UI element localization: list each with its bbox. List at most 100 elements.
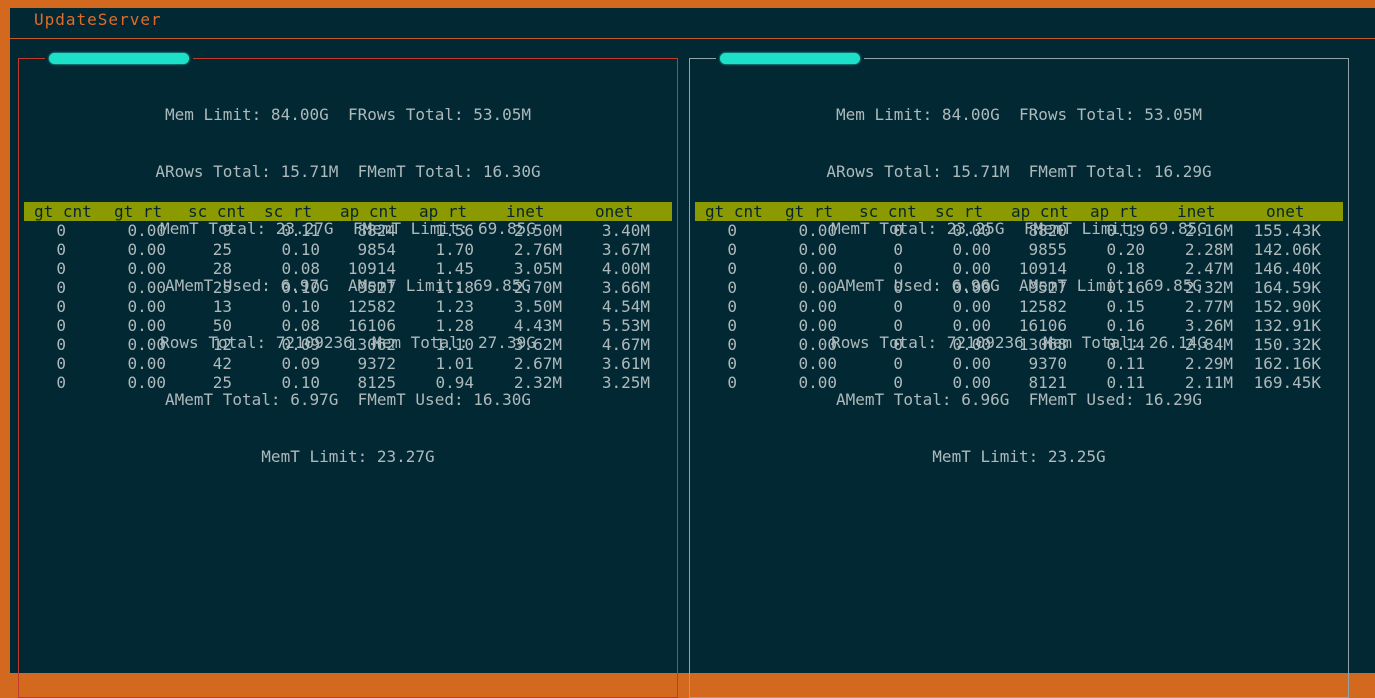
stat-line: AMemT Total: 6.96G FMemT Used: 16.29G	[835, 390, 1203, 409]
table-cell: 0	[56, 259, 66, 278]
column-header: onet	[595, 202, 634, 221]
table-cell: 9527	[1028, 278, 1067, 297]
column-header: ap rt	[1090, 202, 1139, 221]
table-cell: 0	[727, 278, 737, 297]
table-cell: 1.70	[435, 240, 474, 259]
table-cell: 0.00	[798, 335, 837, 354]
table-cell: 10914	[347, 259, 396, 278]
table-cell: 0.00	[952, 240, 991, 259]
table-cell: 0	[893, 316, 903, 335]
table-cell: 0.00	[952, 373, 991, 392]
table-cell: 0.00	[798, 354, 837, 373]
table-cell: 0	[56, 240, 66, 259]
table-cell: 3.25M	[601, 373, 650, 392]
table-cell: 0	[56, 221, 66, 240]
table-row: 0 0.00 0 0.00 9855 0.20 2.28M 142.06K	[695, 240, 1343, 259]
table-cell: 0.00	[952, 259, 991, 278]
table-cell: 3.62M	[513, 335, 562, 354]
table-cell: 132.91K	[1253, 316, 1321, 335]
table-cell: 0	[893, 278, 903, 297]
table-cell: 2.76M	[513, 240, 562, 259]
table-cell: 3.26M	[1184, 316, 1233, 335]
table-cell: 16106	[347, 316, 396, 335]
table-cell: 0.09	[281, 354, 320, 373]
table-row: 0 0.00 13 0.10 12582 1.23 3.50M 4.54M	[24, 297, 672, 316]
table-cell: 2.50M	[513, 221, 562, 240]
table-row: 0 0.00 0 0.00 10914 0.18 2.47M 146.40K	[695, 259, 1343, 278]
column-header: sc rt	[264, 202, 313, 221]
table-cell: 0	[727, 259, 737, 278]
table-cell: 0	[727, 316, 737, 335]
table-cell: 0.00	[127, 240, 166, 259]
title-divider	[10, 38, 1375, 39]
table-cell: 1.23	[435, 297, 474, 316]
server-panel-right: Mem Limit: 84.00G FRows Total: 53.05M AR…	[689, 51, 1349, 698]
table-cell: 0.16	[1106, 278, 1145, 297]
table-cell: 146.40K	[1253, 259, 1321, 278]
table-cell: 2.47M	[1184, 259, 1233, 278]
table-cell: 1.56	[435, 221, 474, 240]
table-row: 0 0.00 25 0.10 8125 0.94 2.32M 3.25M	[24, 373, 672, 392]
table-row: 0 0.00 12 0.09 13062 1.10 3.62M 4.67M	[24, 335, 672, 354]
terminal-screen: UpdateServer Mem Limit: 84.00G FRows Tot…	[10, 8, 1375, 698]
column-header: inet	[1177, 202, 1216, 221]
table-cell: 8824	[357, 221, 396, 240]
table-cell: 9527	[357, 278, 396, 297]
table-cell: 0.11	[1106, 373, 1145, 392]
table-cell: 0	[893, 373, 903, 392]
redaction-mark	[49, 53, 189, 64]
table-cell: 0.09	[281, 335, 320, 354]
table-cell: 0.00	[127, 316, 166, 335]
table-row: 0 0.00 50 0.08 16106 1.28 4.43M 5.53M	[24, 316, 672, 335]
table-header: gt cnt gt rt sc cnt sc rt ap cnt ap rt inet one…	[695, 202, 1343, 221]
table-row: 0 0.00 0 0.00 9527 0.16 2.32M 164.59K	[695, 278, 1343, 297]
table-cell: 0.18	[1106, 259, 1145, 278]
table-cell: 0.00	[952, 354, 991, 373]
table-cell: 2.32M	[513, 373, 562, 392]
column-header: ap rt	[419, 202, 468, 221]
column-header: sc cnt	[188, 202, 246, 221]
table-cell: 0.00	[952, 221, 991, 240]
table-cell: 16106	[1018, 316, 1067, 335]
table-cell: 0.00	[798, 259, 837, 278]
stat-line: Mem Limit: 84.00G FRows Total: 53.05M	[835, 105, 1203, 124]
table-cell: 25	[212, 373, 232, 392]
table-cell: 8125	[357, 373, 396, 392]
table-row: 0 0.00 0 0.00 9370 0.11 2.29M 162.16K	[695, 354, 1343, 373]
table-cell: 0	[893, 297, 903, 316]
table-cell: 9370	[1028, 354, 1067, 373]
table-cell: 0	[56, 354, 66, 373]
table-row: 0 0.00 0 0.00 8820 0.19 2.16M 155.43K	[695, 221, 1343, 240]
table-cell: 0	[56, 316, 66, 335]
table-cell: 142.06K	[1253, 240, 1321, 259]
table-row: 0 0.00 0 0.00 16106 0.16 3.26M 132.91K	[695, 316, 1343, 335]
column-header: gt rt	[785, 202, 834, 221]
table-cell: 13	[212, 297, 232, 316]
table-cell: 0.00	[127, 335, 166, 354]
table-cell: 50	[212, 316, 232, 335]
table-cell: 0.00	[798, 240, 837, 259]
table-cell: 1.45	[435, 259, 474, 278]
table-cell: 3.50M	[513, 297, 562, 316]
table-cell: 0	[56, 373, 66, 392]
table-cell: 28	[212, 259, 232, 278]
stats-table: gt cnt gt rt sc cnt sc rt ap cnt ap rt inet one…	[695, 202, 1343, 392]
column-header: gt cnt	[34, 202, 92, 221]
table-cell: 13062	[347, 335, 396, 354]
table-cell: 9855	[1028, 240, 1067, 259]
table-cell: 0.00	[127, 373, 166, 392]
table-cell: 2.67M	[513, 354, 562, 373]
table-cell: 2.29M	[1184, 354, 1233, 373]
table-row: 0 0.00 0 0.00 12582 0.15 2.77M 152.90K	[695, 297, 1343, 316]
table-cell: 0.00	[127, 278, 166, 297]
table-cell: 3.66M	[601, 278, 650, 297]
table-cell: 3.61M	[601, 354, 650, 373]
table-cell: 0.00	[798, 278, 837, 297]
table-cell: 1.10	[435, 335, 474, 354]
table-cell: 0.11	[1106, 354, 1145, 373]
table-cell: 0.94	[435, 373, 474, 392]
column-header: sc cnt	[859, 202, 917, 221]
column-header: onet	[1266, 202, 1305, 221]
table-cell: 1.01	[435, 354, 474, 373]
table-row: 0 0.00 25 0.10 9527 1.18 2.70M 3.66M	[24, 278, 672, 297]
